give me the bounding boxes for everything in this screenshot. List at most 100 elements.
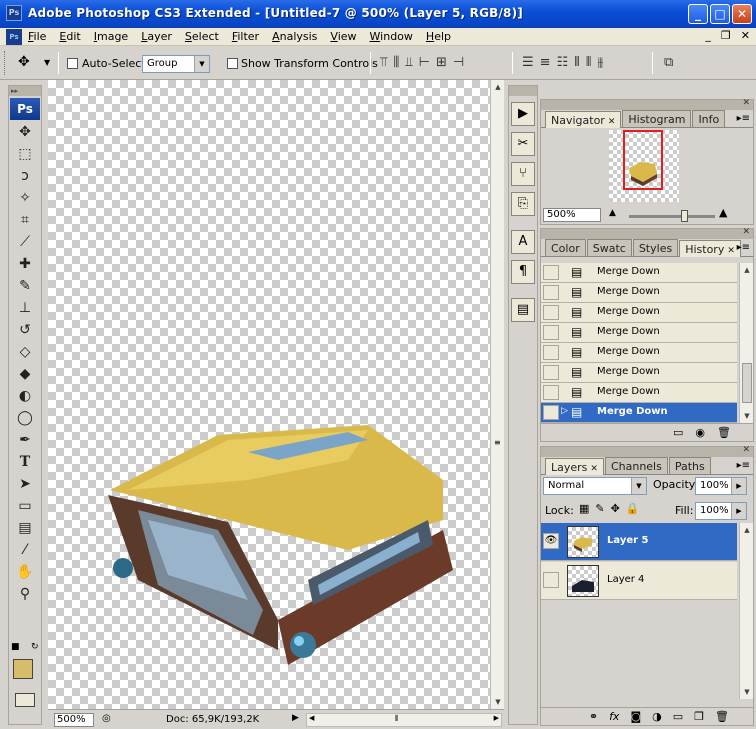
history-item[interactable]: ▤ Merge Down xyxy=(541,283,737,303)
document-icon[interactable]: Ps xyxy=(6,29,22,45)
minimize-button[interactable]: _ xyxy=(688,4,708,24)
menu-select[interactable]: Select xyxy=(185,30,219,43)
history-source-checkbox[interactable] xyxy=(543,405,559,420)
history-source-checkbox[interactable] xyxy=(543,265,559,280)
lock-transparency-icon[interactable]: ▦ xyxy=(579,502,589,515)
layer-style-icon[interactable]: fx xyxy=(609,710,619,723)
zoom-tool-icon[interactable]: ⚲ xyxy=(10,584,40,605)
distribute-bottom-icon[interactable]: ☷ xyxy=(557,55,569,70)
tab-swatches[interactable]: Swatc xyxy=(586,239,632,256)
new-document-from-state-icon[interactable]: ▭ xyxy=(673,426,683,439)
align-vcenter-icon[interactable]: ⫼ xyxy=(393,55,399,70)
ps-logo[interactable]: Ps xyxy=(10,98,40,120)
tab-paths[interactable]: Paths xyxy=(668,457,711,474)
menu-file[interactable]: File xyxy=(28,30,46,43)
notes-tool-icon[interactable]: ▤ xyxy=(10,518,40,539)
panel-header[interactable]: ✕ xyxy=(541,227,753,239)
tab-navigator[interactable]: Navigator ✕ xyxy=(545,111,622,128)
lock-position-icon[interactable]: ✥ xyxy=(611,502,620,515)
lock-pixels-icon[interactable]: ✎ xyxy=(595,502,604,515)
shape-tool-icon[interactable]: ▭ xyxy=(10,496,40,517)
history-item[interactable]: ▤ Merge Down xyxy=(541,383,737,403)
marquee-tool-icon[interactable]: ⬚ xyxy=(10,144,40,165)
scroll-left-icon[interactable]: ◀ xyxy=(309,714,314,722)
paint-bucket-tool-icon[interactable]: ◆ xyxy=(10,364,40,385)
panel-header[interactable]: ✕ xyxy=(541,98,753,110)
fill-field[interactable]: 100% ▶ xyxy=(695,502,747,520)
layer-mask-icon[interactable]: ◙ xyxy=(630,710,641,723)
menu-help[interactable]: Help xyxy=(426,30,451,43)
clone-source-icon[interactable]: ⎘ xyxy=(511,192,535,216)
history-source-checkbox[interactable] xyxy=(543,325,559,340)
paragraph-panel-icon[interactable]: ¶ xyxy=(511,260,535,284)
history-item[interactable]: ▤ Merge Down xyxy=(541,343,737,363)
slice-tool-icon[interactable]: ⟋ xyxy=(10,232,40,253)
tab-layers[interactable]: Layers ✕ xyxy=(545,458,604,475)
close-icon[interactable]: ✕ xyxy=(727,246,735,256)
type-tool-icon[interactable]: T xyxy=(10,452,40,473)
auto-select-dropdown[interactable]: Group ▼ xyxy=(142,55,210,73)
new-snapshot-icon[interactable]: ◉ xyxy=(695,426,705,439)
hand-tool-icon[interactable]: ✋ xyxy=(10,562,40,583)
dock-header[interactable] xyxy=(509,86,537,96)
close-icon[interactable]: ✕ xyxy=(742,98,750,108)
layers-scrollbar[interactable]: ▲ ▼ xyxy=(739,523,753,699)
options-bar-grip[interactable] xyxy=(4,51,7,75)
align-top-icon[interactable]: ⫪ xyxy=(380,55,387,70)
status-options-icon[interactable]: ◎ xyxy=(102,713,111,724)
crop-tool-icon[interactable]: ⌗ xyxy=(10,210,40,231)
eye-icon[interactable]: 👁 xyxy=(543,533,559,549)
actions-panel-icon[interactable]: ▶ xyxy=(511,102,535,126)
tab-histogram[interactable]: Histogram xyxy=(622,110,692,127)
panel-menu-icon[interactable]: ▸≡ xyxy=(737,242,750,253)
foreground-color-swatch[interactable] xyxy=(13,659,33,679)
close-icon[interactable]: ✕ xyxy=(742,445,750,455)
close-icon[interactable]: ✕ xyxy=(590,464,598,474)
maximize-button[interactable]: □ xyxy=(710,4,730,24)
history-brush-tool-icon[interactable]: ↺ xyxy=(10,320,40,341)
close-button[interactable]: ✕ xyxy=(732,4,752,24)
move-tool-icon[interactable]: ✥ xyxy=(10,122,40,143)
opacity-field[interactable]: 100% ▶ xyxy=(695,477,747,495)
history-source-checkbox[interactable] xyxy=(543,285,559,300)
navigator-thumbnail[interactable] xyxy=(609,130,679,202)
align-right-icon[interactable]: ⊣ xyxy=(453,55,464,70)
align-left-icon[interactable]: ⊢ xyxy=(419,55,430,70)
scroll-up-icon[interactable]: ▲ xyxy=(740,523,754,537)
magic-wand-tool-icon[interactable]: ✧ xyxy=(10,188,40,209)
default-colors-icon[interactable]: ■ xyxy=(11,642,20,652)
path-selection-tool-icon[interactable]: ➤ xyxy=(10,474,40,495)
eyedropper-tool-icon[interactable]: ⁄ xyxy=(10,540,40,561)
menu-window[interactable]: Window xyxy=(370,30,413,43)
eraser-tool-icon[interactable]: ◇ xyxy=(10,342,40,363)
layer-comps-icon[interactable]: ▤ xyxy=(511,298,535,322)
scroll-down-icon[interactable]: ▼ xyxy=(491,695,505,709)
slider-knob[interactable] xyxy=(681,210,688,222)
dodge-tool-icon[interactable]: ◯ xyxy=(10,408,40,429)
panel-menu-icon[interactable]: ▸≡ xyxy=(737,113,750,124)
scroll-thumb-grip-icon[interactable]: ⦀ xyxy=(395,714,399,724)
close-icon[interactable]: ✕ xyxy=(608,117,616,127)
history-item[interactable]: ▤ Merge Down xyxy=(541,363,737,383)
auto-select-checkbox[interactable] xyxy=(67,58,78,69)
align-bottom-icon[interactable]: ⫫ xyxy=(405,55,412,70)
scroll-thumb-grip-icon[interactable]: ≡ xyxy=(494,438,501,447)
status-menu-arrow-icon[interactable]: ▶ xyxy=(292,713,299,723)
tool-preset-picker[interactable]: ✥ ▼ xyxy=(18,54,50,70)
doc-restore-button[interactable]: ❐ xyxy=(721,29,731,42)
quick-mask-icon[interactable] xyxy=(15,693,35,707)
scroll-thumb[interactable] xyxy=(742,363,752,403)
scroll-right-icon[interactable]: ▶ xyxy=(494,714,499,722)
layer-row-selected[interactable]: 👁 Layer 5 xyxy=(541,523,737,561)
menu-image[interactable]: Image xyxy=(94,30,128,43)
brush-tool-icon[interactable]: ✎ xyxy=(10,276,40,297)
lock-all-icon[interactable]: 🔒 xyxy=(626,502,640,515)
distribute-top-icon[interactable]: ☰ xyxy=(522,55,534,70)
blur-tool-icon[interactable]: ◐ xyxy=(10,386,40,407)
history-source-checkbox[interactable] xyxy=(543,305,559,320)
tab-info[interactable]: Info xyxy=(692,110,726,127)
scroll-up-icon[interactable]: ▲ xyxy=(491,80,505,94)
tab-color[interactable]: Color xyxy=(545,239,586,256)
toolbox-header[interactable]: ▸▸ xyxy=(9,86,41,96)
adjustment-layer-icon[interactable]: ◑ xyxy=(652,710,662,723)
